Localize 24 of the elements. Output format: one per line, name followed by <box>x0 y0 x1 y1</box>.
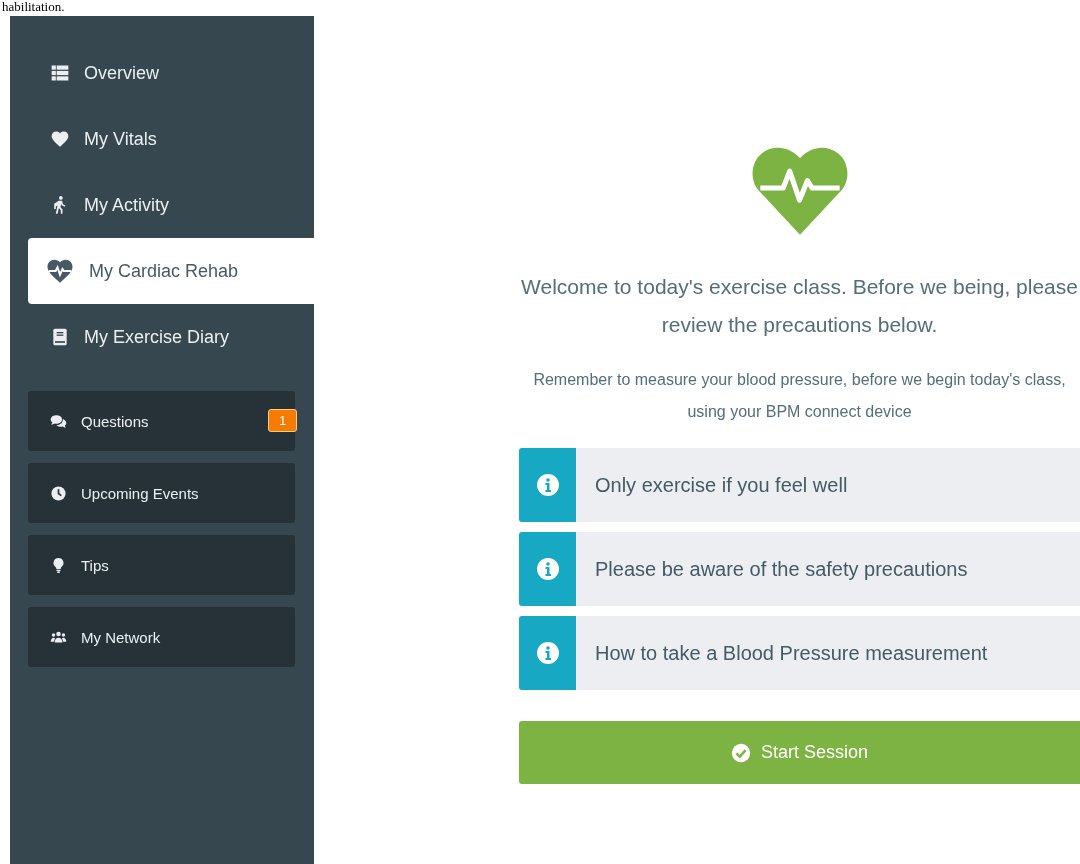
sidebar-item[interactable]: Overview <box>28 40 314 106</box>
welcome-text: Welcome to today's exercise class. Before we being, please review the precautions below. <box>520 274 1079 338</box>
sidebar-item[interactable]: My Activity <box>28 172 314 238</box>
check-circle-icon <box>730 742 751 763</box>
sidebar-card[interactable]: My Network <box>28 607 295 667</box>
sidebar-item[interactable]: My Exercise Diary <box>28 304 314 370</box>
sidebar-card[interactable]: Tips <box>28 535 295 595</box>
precaution-item[interactable]: Only exercise if you feel well <box>519 448 1080 522</box>
heart-icon <box>50 129 70 149</box>
book-icon <box>50 327 70 347</box>
precaution-item[interactable]: Please be aware of the safety precautions <box>519 532 1080 606</box>
sidebar-card[interactable]: Upcoming Events <box>28 463 295 523</box>
count-badge: 1 <box>268 409 298 432</box>
sidebar-item[interactable]: My Vitals <box>28 106 314 172</box>
precaution-item[interactable]: How to take a Blood Pressure measurement <box>519 616 1080 690</box>
info-icon <box>535 473 560 497</box>
caption-text: habilitation. <box>1 0 66 16</box>
info-icon <box>535 557 560 581</box>
reminder-text: Remember to measure your blood pressure, before we begin today's class, using your BPM connect device <box>532 370 1067 422</box>
info-icon <box>535 641 560 665</box>
list-icon <box>50 63 70 83</box>
clock-icon <box>50 484 67 502</box>
sidebar-item[interactable]: My Cardiac Rehab <box>28 238 314 304</box>
chat-bubbles-icon <box>50 412 67 430</box>
